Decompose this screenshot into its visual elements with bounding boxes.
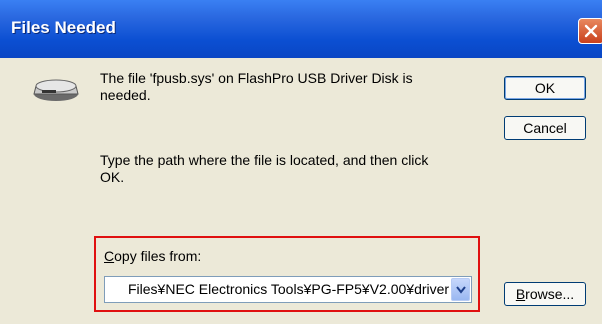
path-value: Files¥NEC Electronics Tools¥PG-FP5¥V2.00… <box>128 281 450 297</box>
message-line-2: needed. <box>100 87 151 103</box>
chevron-down-icon <box>456 286 466 294</box>
instruction-message: Type the path where the file is located,… <box>100 152 470 186</box>
message-line-1: The file 'fpusb.sys' on FlashPro USB Dri… <box>100 70 413 86</box>
instruction-line-1: Type the path where the file is located,… <box>100 152 429 168</box>
browse-mnemonic: B <box>515 286 526 302</box>
dialog-body: The file 'fpusb.sys' on FlashPro USB Dri… <box>0 58 602 324</box>
close-button[interactable] <box>578 18 602 44</box>
copy-files-from-combobox[interactable]: Files¥NEC Electronics Tools¥PG-FP5¥V2.00… <box>104 276 472 303</box>
cancel-button[interactable]: Cancel <box>504 116 586 140</box>
disk-drive-icon <box>32 76 80 109</box>
copy-files-from-label: Copy files from: <box>104 248 201 264</box>
close-icon <box>584 24 598 38</box>
dialog-title: Files Needed <box>11 18 116 37</box>
files-needed-dialog: Files Needed The file 'fpusb.sys' on Fla… <box>0 0 602 324</box>
browse-button[interactable]: Browse... <box>504 282 586 306</box>
browse-label: rowse... <box>525 286 575 302</box>
file-needed-message: The file 'fpusb.sys' on FlashPro USB Dri… <box>100 70 460 104</box>
ok-button[interactable]: OK <box>504 76 586 100</box>
instruction-line-2: OK. <box>100 169 125 185</box>
title-bar: Files Needed <box>0 0 602 58</box>
copy-label-text: opy files from: <box>114 248 202 264</box>
dropdown-button[interactable] <box>451 278 470 301</box>
copy-mnemonic: C <box>104 248 115 264</box>
